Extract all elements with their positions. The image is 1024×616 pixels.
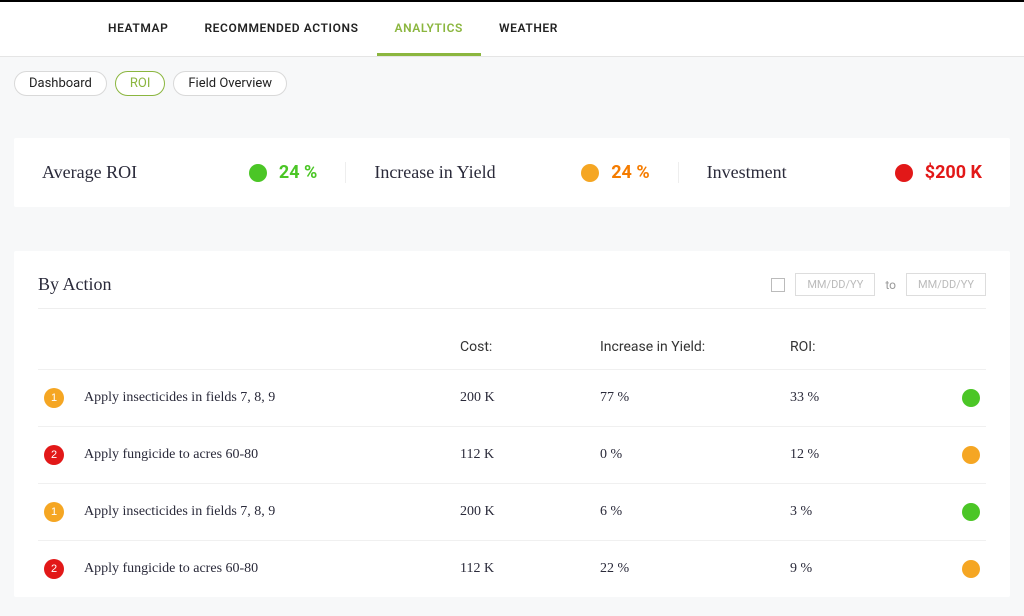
- pill-field-overview[interactable]: Field Overview: [173, 71, 287, 96]
- card-value: $200 K: [925, 162, 982, 183]
- table-row[interactable]: 1 Apply insecticides in fields 7, 8, 9200…: [38, 483, 986, 540]
- cost-value: 200 K: [460, 390, 600, 406]
- panel-title: By Action: [38, 274, 112, 295]
- date-range: MM/DD/YY to MM/DD/YY: [771, 273, 986, 296]
- tab-analytics[interactable]: ANALYTICS: [377, 2, 481, 56]
- priority-badge: 2: [44, 445, 64, 465]
- date-range-separator: to: [885, 278, 896, 292]
- tab-weather[interactable]: WEATHER: [481, 2, 576, 56]
- col-cost: Cost:: [460, 339, 600, 355]
- col-yield: Increase in Yield:: [600, 339, 790, 355]
- card-label: Average ROI: [42, 162, 137, 183]
- table-header: Cost: Increase in Yield: ROI:: [38, 339, 986, 369]
- cost-value: 112 K: [460, 447, 600, 463]
- yield-value: 0 %: [600, 447, 790, 463]
- card-label: Investment: [707, 162, 787, 183]
- table-body: 1Apply insecticides in fields 7, 8, 9200…: [38, 369, 986, 597]
- table-row[interactable]: 1 Apply insecticides in fields 7, 8, 9200…: [38, 369, 986, 426]
- yield-value: 22 %: [600, 561, 790, 577]
- card-investment: Investment $200 K: [679, 162, 1010, 183]
- summary-cards: Average ROI 24 % Increase in Yield 24 % …: [14, 138, 1010, 207]
- status-dot-icon: [962, 560, 980, 578]
- tab-recommended-actions[interactable]: RECOMMENDED ACTIONS: [186, 2, 376, 56]
- top-nav: HEATMAP RECOMMENDED ACTIONS ANALYTICS WE…: [0, 0, 1024, 57]
- roi-value: 33 %: [790, 390, 940, 406]
- card-label: Increase in Yield: [374, 162, 495, 183]
- table-row[interactable]: 2 Apply fungicide to acres 60-80112 K0 %1…: [38, 426, 986, 483]
- status-dot-icon: [962, 389, 980, 407]
- cost-value: 200 K: [460, 504, 600, 520]
- status-dot-icon: [249, 164, 267, 182]
- table-row[interactable]: 2 Apply fungicide to acres 60-80112 K22 %…: [38, 540, 986, 597]
- card-value: 24 %: [279, 162, 317, 183]
- pill-dashboard[interactable]: Dashboard: [14, 71, 107, 96]
- yield-value: 6 %: [600, 504, 790, 520]
- action-name: Apply fungicide to acres 60-80: [84, 447, 460, 463]
- col-roi: ROI:: [790, 339, 940, 355]
- filter-pills: Dashboard ROI Field Overview: [0, 57, 1024, 96]
- priority-badge: 1: [44, 502, 64, 522]
- pill-roi[interactable]: ROI: [115, 71, 166, 96]
- card-average-roi: Average ROI 24 %: [14, 162, 346, 183]
- panel-header: By Action MM/DD/YY to MM/DD/YY: [38, 273, 986, 309]
- action-name: Apply insecticides in fields 7, 8, 9: [84, 390, 460, 406]
- status-dot-icon: [895, 164, 913, 182]
- action-name: Apply fungicide to acres 60-80: [84, 561, 460, 577]
- card-increase-yield: Increase in Yield 24 %: [346, 162, 678, 183]
- status-dot-icon: [962, 446, 980, 464]
- cost-value: 112 K: [460, 561, 600, 577]
- date-from-input[interactable]: MM/DD/YY: [795, 273, 875, 296]
- roi-value: 9 %: [790, 561, 940, 577]
- action-name: Apply insecticides in fields 7, 8, 9: [84, 504, 460, 520]
- by-action-panel: By Action MM/DD/YY to MM/DD/YY Cost: Inc…: [14, 251, 1010, 597]
- tab-heatmap[interactable]: HEATMAP: [90, 2, 186, 56]
- status-dot-icon: [962, 503, 980, 521]
- date-range-checkbox[interactable]: [771, 278, 785, 292]
- card-value: 24 %: [611, 162, 649, 183]
- roi-value: 3 %: [790, 504, 940, 520]
- roi-value: 12 %: [790, 447, 940, 463]
- priority-badge: 2: [44, 559, 64, 579]
- date-to-input[interactable]: MM/DD/YY: [906, 273, 986, 296]
- status-dot-icon: [581, 164, 599, 182]
- priority-badge: 1: [44, 388, 64, 408]
- yield-value: 77 %: [600, 390, 790, 406]
